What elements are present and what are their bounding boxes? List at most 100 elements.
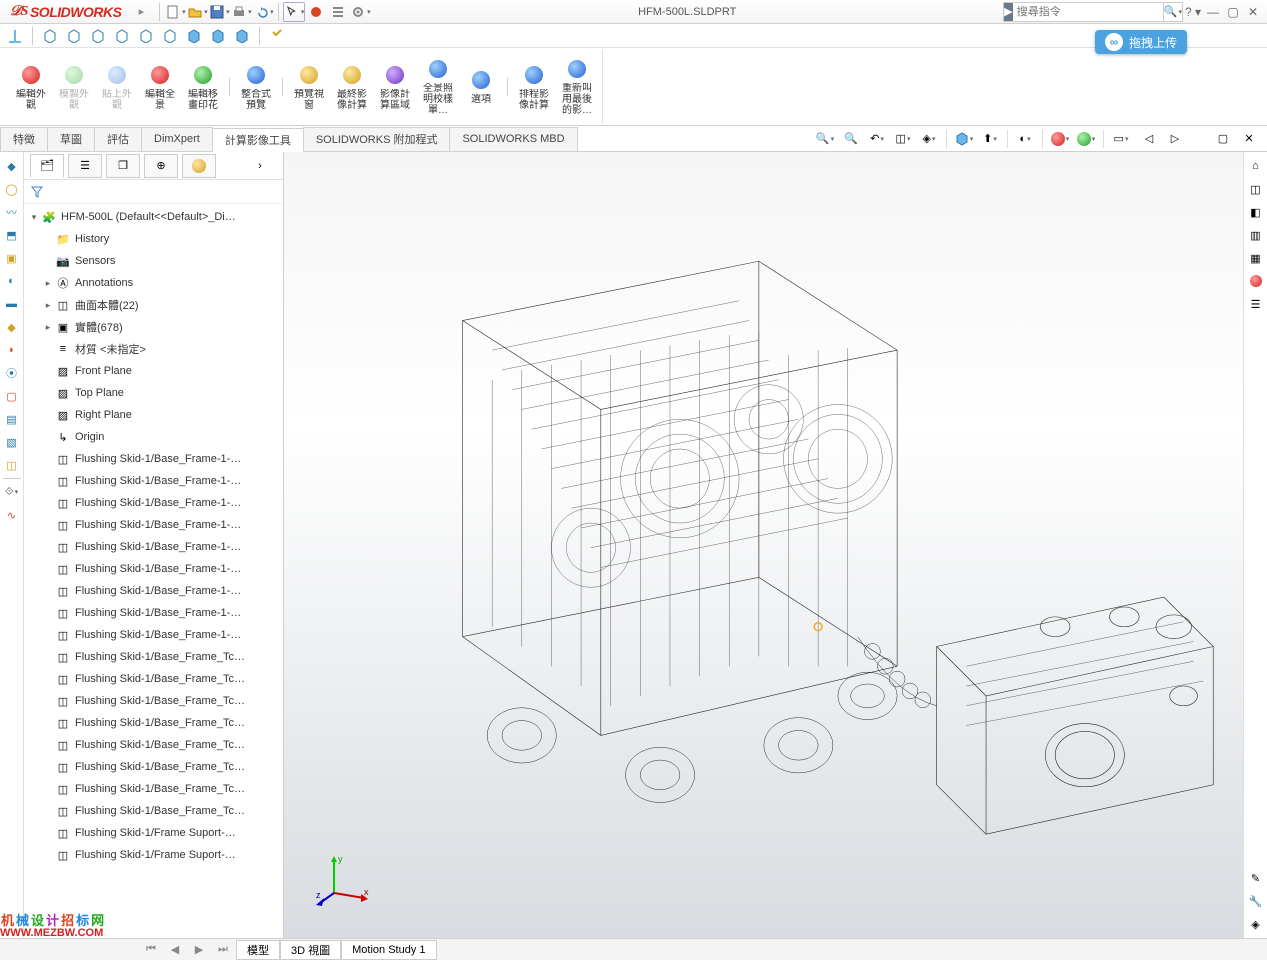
mirror-icon[interactable]: ◫: [2, 455, 22, 475]
tree-item[interactable]: ▨Top Plane: [24, 382, 283, 404]
home-tab-icon[interactable]: ⌂: [1246, 156, 1266, 176]
tree-item[interactable]: ≡材質 <未指定>: [24, 338, 283, 360]
tree-item[interactable]: ◫Flushing Skid-1/Base_Frame_Tc…: [24, 756, 283, 778]
prev-view-icon[interactable]: ↶: [865, 129, 889, 149]
tree-item[interactable]: ▸ⒶAnnotations: [24, 272, 283, 294]
restore-button[interactable]: ▢: [1223, 2, 1243, 22]
fillet-icon[interactable]: ◗: [2, 340, 22, 360]
menu-expand-icon[interactable]: ▸: [133, 4, 149, 20]
config-manager-tab[interactable]: ❐: [106, 154, 140, 178]
render-tab[interactable]: [182, 154, 216, 178]
forum-tab-icon[interactable]: ✎: [1246, 868, 1266, 888]
cm-tab[interactable]: SOLIDWORKS 附加程式: [303, 127, 451, 151]
display-style-icon[interactable]: [952, 129, 976, 149]
cm-tab[interactable]: SOLIDWORKS MBD: [449, 127, 577, 151]
file-explorer-icon[interactable]: ▥: [1246, 225, 1266, 245]
tree-item[interactable]: ◫Flushing Skid-1/Base_Frame_Tc…: [24, 734, 283, 756]
ribbon-btn-10[interactable]: 選項: [460, 51, 502, 123]
expand-icon[interactable]: ▸: [42, 278, 54, 289]
tree-item[interactable]: ◫Flushing Skid-1/Base_Frame_Tc…: [24, 800, 283, 822]
tree-item[interactable]: ◫Flushing Skid-1/Base_Frame-1-…: [24, 558, 283, 580]
orientation-triad[interactable]: y x z: [314, 848, 374, 908]
cut-icon[interactable]: ▬: [2, 294, 22, 314]
tree-item[interactable]: ↳Origin: [24, 426, 283, 448]
sketch-spline-icon[interactable]: 〰: [2, 202, 22, 222]
tree-item[interactable]: 📁History: [24, 228, 283, 250]
view-dimetric-icon[interactable]: [207, 26, 229, 46]
save-button[interactable]: [208, 2, 230, 22]
tree-item[interactable]: ◫Flushing Skid-1/Frame Suport-…: [24, 822, 283, 844]
sketch-line-icon[interactable]: ◆: [2, 156, 22, 176]
minimize-button[interactable]: —: [1203, 2, 1223, 22]
custom-props-icon[interactable]: ☰: [1246, 294, 1266, 314]
ribbon-btn-12[interactable]: 重新叫用最後的影…: [556, 51, 598, 123]
cm-tab[interactable]: DimXpert: [141, 127, 213, 151]
expand-icon[interactable]: ▸: [42, 322, 54, 333]
help-button[interactable]: ? ▾: [1183, 2, 1203, 22]
tree-item[interactable]: ◫Flushing Skid-1/Base_Frame_Tc…: [24, 690, 283, 712]
resources-tab-icon[interactable]: ◫: [1246, 179, 1266, 199]
view-back-icon[interactable]: [63, 26, 85, 46]
design-lib-icon[interactable]: ◧: [1246, 202, 1266, 222]
undo-button[interactable]: [252, 2, 274, 22]
draft-icon[interactable]: ▧: [2, 432, 22, 452]
panel-prev-icon[interactable]: ◁: [1137, 129, 1161, 149]
tree-root[interactable]: ▾ 🧩 HFM-500L (Default<<Default>_Di…: [24, 206, 283, 228]
view-right-icon[interactable]: [111, 26, 133, 46]
shell-icon[interactable]: ▢: [2, 386, 22, 406]
cm-tab[interactable]: 草圖: [47, 127, 95, 151]
feature-manager-tab[interactable]: 🗂: [30, 154, 64, 178]
search-go-button[interactable]: 🔍: [1163, 3, 1182, 21]
rib-icon[interactable]: ▤: [2, 409, 22, 429]
render-region-icon[interactable]: ▭: [1109, 129, 1133, 149]
tab-next-icon[interactable]: ▶: [188, 943, 210, 956]
cm-tab[interactable]: 評估: [94, 127, 142, 151]
view-top-icon[interactable]: [135, 26, 157, 46]
tree-item[interactable]: ▸▣實體(678): [24, 316, 283, 338]
tab-prev-icon[interactable]: ◀: [164, 943, 186, 956]
feature-tree[interactable]: ▾ 🧩 HFM-500L (Default<<Default>_Di… 📁His…: [24, 204, 283, 938]
curves-icon[interactable]: ∿: [2, 505, 22, 525]
print-button[interactable]: [230, 2, 252, 22]
tree-item[interactable]: ▨Right Plane: [24, 404, 283, 426]
zoom-fit-icon[interactable]: 🔍: [813, 129, 837, 149]
view-iso-icon[interactable]: [183, 26, 205, 46]
tree-filter[interactable]: [24, 180, 283, 204]
wrench-tab-icon[interactable]: 🔧: [1246, 891, 1266, 911]
viewport-close-icon[interactable]: ✕: [1237, 129, 1261, 149]
view-normal-icon[interactable]: [266, 26, 288, 46]
ribbon-btn-0[interactable]: 編輯外觀: [10, 51, 52, 123]
view-palette-icon[interactable]: ▦: [1246, 248, 1266, 268]
extrude-icon[interactable]: ▣: [2, 248, 22, 268]
dimxpert-tab[interactable]: ⊕: [144, 154, 178, 178]
sketch-circle-icon[interactable]: ◯: [2, 179, 22, 199]
ribbon-btn-11[interactable]: 排程影像計算: [513, 51, 555, 123]
tree-item[interactable]: ◫Flushing Skid-1/Base_Frame_Tc…: [24, 778, 283, 800]
boss-icon[interactable]: ◆: [2, 317, 22, 337]
tree-item[interactable]: ◫Flushing Skid-1/Base_Frame-1-…: [24, 492, 283, 514]
view-plane-icon[interactable]: [4, 26, 26, 46]
ribbon-btn-4[interactable]: 編輯移畫印花: [182, 51, 224, 123]
open-file-button[interactable]: [186, 2, 208, 22]
tree-item[interactable]: ◫Flushing Skid-1/Base_Frame-1-…: [24, 514, 283, 536]
options-list-button[interactable]: [327, 2, 349, 22]
sketch-arc-icon[interactable]: ⬒: [2, 225, 22, 245]
ribbon-btn-7[interactable]: 最終影像計算: [331, 51, 373, 123]
ribbon-btn-5[interactable]: 整合式預覽: [235, 51, 277, 123]
new-file-button[interactable]: [164, 2, 186, 22]
upload-badge[interactable]: ∞ 拖拽上传: [1095, 30, 1187, 54]
tree-item[interactable]: ◫Flushing Skid-1/Base_Frame_Tc…: [24, 712, 283, 734]
ribbon-btn-6[interactable]: 預覽視窗: [288, 51, 330, 123]
hole-icon[interactable]: ⦿: [2, 363, 22, 383]
view-front-icon[interactable]: [39, 26, 61, 46]
scene-icon[interactable]: ◐: [1013, 129, 1037, 149]
tree-item[interactable]: ◫Flushing Skid-1/Base_Frame-1-…: [24, 448, 283, 470]
panel-expand-icon[interactable]: ›: [243, 154, 277, 178]
close-button[interactable]: ✕: [1243, 2, 1263, 22]
settings-button[interactable]: [349, 2, 371, 22]
tab-last-icon[interactable]: ⏭: [212, 943, 234, 956]
command-search[interactable]: ▶ 🔍: [1003, 2, 1183, 22]
expand-icon[interactable]: ▸: [42, 300, 54, 311]
view-trimetric-icon[interactable]: [231, 26, 253, 46]
tree-item[interactable]: ▨Front Plane: [24, 360, 283, 382]
